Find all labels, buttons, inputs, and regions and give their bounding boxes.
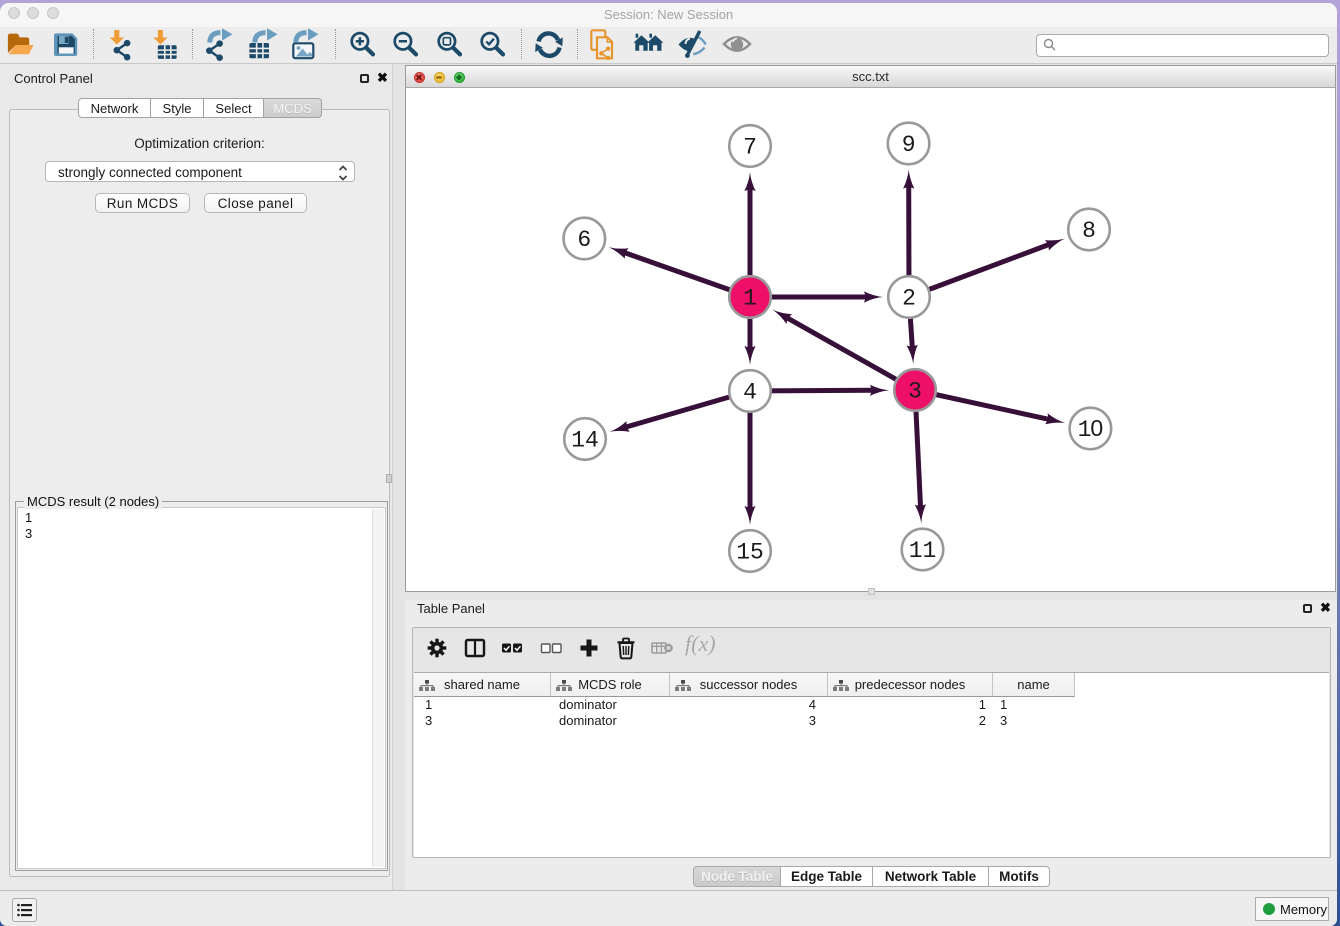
svg-text:3: 3 — [908, 379, 922, 405]
svg-text:7: 7 — [743, 135, 757, 161]
svg-text:4: 4 — [743, 380, 757, 406]
svg-text:10: 10 — [1078, 415, 1104, 443]
svg-text:11: 11 — [909, 538, 937, 564]
svg-text:15: 15 — [736, 540, 764, 566]
svg-text:6: 6 — [577, 227, 591, 253]
svg-text:2: 2 — [902, 286, 916, 312]
svg-text:8: 8 — [1082, 218, 1096, 244]
svg-text:9: 9 — [902, 132, 916, 158]
svg-text:14: 14 — [571, 428, 599, 454]
svg-text:1: 1 — [743, 286, 757, 312]
